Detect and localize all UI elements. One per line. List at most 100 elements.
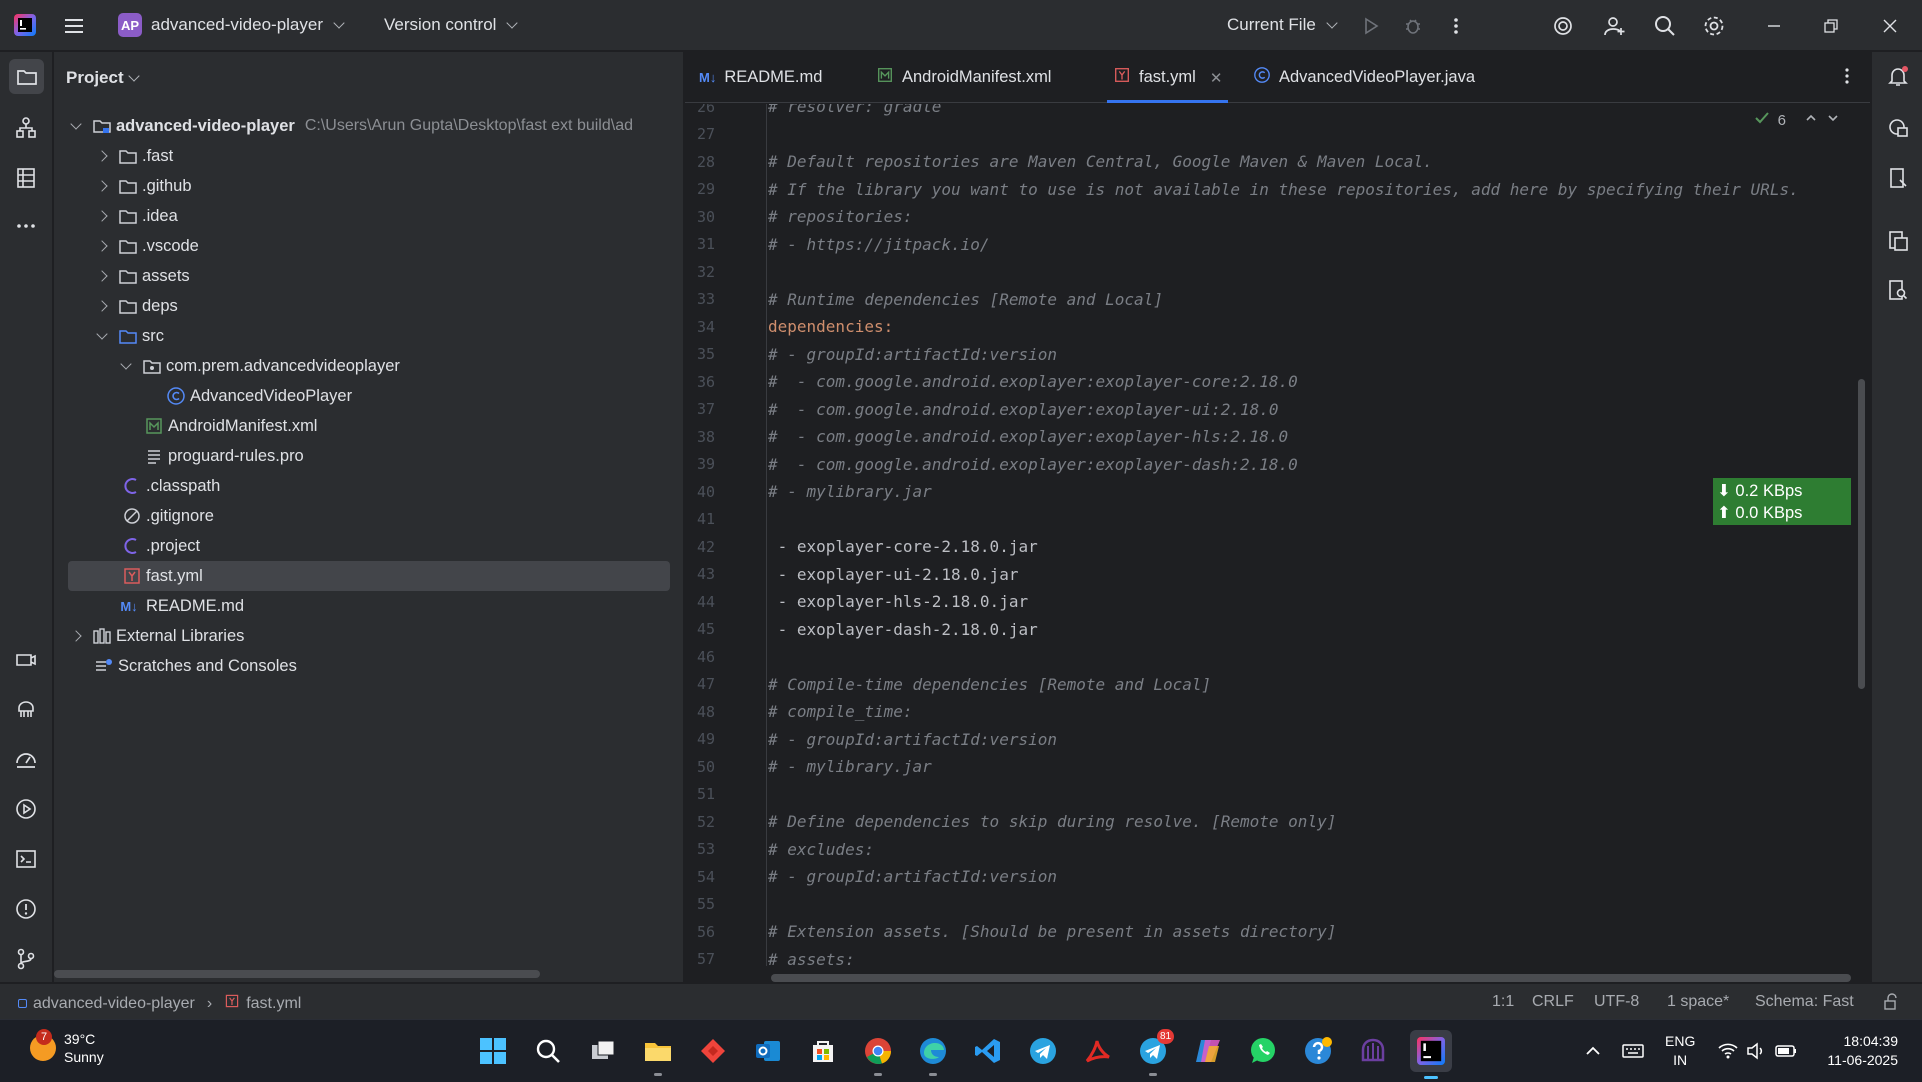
chevron-right-icon[interactable] [96, 300, 108, 312]
android-tool-icon[interactable] [12, 695, 40, 723]
code-line[interactable]: 36 # - com.google.android.exoplayer:exopl… [685, 368, 1870, 396]
breadcrumb-file[interactable]: fast.yml [246, 995, 301, 1013]
battery-icon[interactable] [1768, 1033, 1804, 1069]
telegram-desktop-icon[interactable]: 81 [1135, 1029, 1175, 1076]
chevron-right-icon[interactable] [96, 210, 108, 222]
chevron-right-icon[interactable] [96, 180, 108, 192]
tree-folder-deps[interactable]: deps [96, 291, 178, 321]
project-switcher[interactable]: advanced-video-player [151, 15, 345, 35]
code-line[interactable]: 47 # Compile-time dependencies [Remote an… [685, 671, 1870, 699]
code-line[interactable]: 32 [685, 258, 1870, 286]
chevron-right-icon[interactable] [96, 150, 108, 162]
vertical-scrollbar[interactable] [1858, 379, 1865, 689]
read-only-lock-icon[interactable] [1882, 993, 1900, 1011]
tree-folder-github[interactable]: .github [96, 171, 192, 201]
ai-chat-icon[interactable] [1884, 114, 1912, 142]
tree-manifest-file[interactable]: AndroidManifest.xml [144, 411, 317, 441]
code-line[interactable]: 39 # - com.google.android.exoplayer:exopl… [685, 451, 1870, 479]
code-line[interactable]: 41 [685, 506, 1870, 534]
tab-android-manifest[interactable]: AndroidManifest.xml [876, 52, 1051, 103]
code-line[interactable]: 49 # - groupId:artifactId:version [685, 726, 1870, 754]
settings-gear-icon[interactable] [1701, 13, 1727, 39]
copilot-icon[interactable] [1190, 1033, 1226, 1069]
language-indicator[interactable]: ENG IN [1665, 1032, 1695, 1070]
tree-folder-src[interactable]: src [96, 321, 164, 351]
clock[interactable]: 18:04:39 11-06-2025 [1818, 1032, 1898, 1070]
minimize-icon[interactable] [1761, 13, 1787, 39]
edge-icon[interactable] [915, 1033, 951, 1076]
main-menu-icon[interactable] [62, 14, 86, 38]
keyboard-icon[interactable] [1615, 1033, 1651, 1069]
tree-folder-assets[interactable]: assets [96, 261, 190, 291]
code-line[interactable]: 57 # assets: [685, 946, 1870, 966]
close-tab-icon[interactable]: ✕ [1210, 69, 1223, 87]
code-line[interactable]: 38 # - com.google.android.exoplayer:exopl… [685, 423, 1870, 451]
tree-scratches[interactable]: Scratches and Consoles [94, 651, 297, 681]
code-line[interactable]: 34 dependencies: [685, 313, 1870, 341]
code-line[interactable]: 53 # excludes: [685, 836, 1870, 864]
chrome-icon[interactable] [860, 1033, 896, 1076]
code-line[interactable]: 42 - exoplayer-core-2.18.0.jar [685, 533, 1870, 561]
breadcrumb-project[interactable]: advanced-video-player [33, 995, 195, 1013]
more-tools-icon[interactable] [12, 212, 40, 240]
add-user-icon[interactable] [1602, 13, 1628, 39]
code-line[interactable]: 50 # - mylibrary.jar [685, 753, 1870, 781]
windows-start-icon[interactable] [475, 1033, 511, 1069]
help-icon[interactable] [1300, 1033, 1336, 1069]
tree-class-file[interactable]: AdvancedVideoPlayer [166, 381, 352, 411]
chevron-right-icon[interactable] [96, 240, 108, 252]
code-line[interactable]: 37 # - com.google.android.exoplayer:exopl… [685, 396, 1870, 424]
ai-assistant-icon[interactable] [1550, 13, 1576, 39]
tree-root-advanced-video-player[interactable]: advanced-video-player C:\Users\Arun Gupt… [70, 111, 633, 141]
build-tool-icon[interactable] [12, 645, 40, 673]
chevron-right-icon[interactable] [70, 630, 82, 642]
problems-tool-icon[interactable] [12, 895, 40, 923]
tree-readme-file[interactable]: M↓ README.md [116, 591, 244, 621]
debug-icon[interactable] [1400, 13, 1426, 39]
anydesk-icon[interactable] [695, 1033, 731, 1069]
code-line[interactable]: 48 # compile_time: [685, 698, 1870, 726]
inspection-widget[interactable]: 6 [1754, 110, 1840, 130]
code-line[interactable]: 33 # Runtime dependencies [Remote and Loc… [685, 286, 1870, 314]
weather-widget[interactable]: 7 39°C Sunny [30, 1029, 104, 1066]
project-badge[interactable]: AP [118, 13, 142, 37]
caret-position[interactable]: 1:1 [1492, 993, 1514, 1011]
tree-folder-vscode[interactable]: .vscode [96, 231, 199, 261]
outlook-icon[interactable] [750, 1033, 786, 1069]
code-line[interactable]: 35 # - groupId:artifactId:version [685, 341, 1870, 369]
schema-selector[interactable]: Schema: Fast [1755, 993, 1854, 1011]
code-line[interactable]: 27 [685, 121, 1870, 149]
task-view-icon[interactable] [585, 1033, 621, 1069]
tab-options-icon[interactable] [1837, 66, 1857, 91]
restore-icon[interactable] [1818, 13, 1844, 39]
code-line[interactable]: 29 # If the library you want to use is no… [685, 176, 1870, 204]
project-view-selector[interactable]: Project [66, 68, 140, 88]
notifications-icon[interactable] [1884, 62, 1912, 90]
tab-advanced-video-player-java[interactable]: AdvancedVideoPlayer.java [1253, 52, 1475, 103]
code-line[interactable]: 51 [685, 781, 1870, 809]
tab-fast-yml[interactable]: fast.yml ✕ [1106, 52, 1229, 103]
chevron-up-icon[interactable] [1804, 111, 1818, 129]
tree-gitignore-file[interactable]: .gitignore [122, 501, 214, 531]
code-line[interactable]: 46 [685, 643, 1870, 671]
code-line[interactable]: 30 # repositories: [685, 203, 1870, 231]
running-devices-icon[interactable] [1884, 227, 1912, 255]
vcs-menu[interactable]: Version control [384, 15, 519, 35]
tree-folder-fast[interactable]: .fast [96, 141, 173, 171]
code-line[interactable]: 40 # - mylibrary.jar [685, 478, 1870, 506]
profiler-tool-icon[interactable] [12, 745, 40, 773]
acrobat-icon[interactable] [1080, 1033, 1116, 1069]
tree-package[interactable]: com.prem.advancedvideoplayer [120, 351, 400, 381]
taskbar-search-icon[interactable] [530, 1033, 566, 1069]
horizontal-scrollbar[interactable] [771, 974, 1851, 982]
line-separator[interactable]: CRLF [1532, 993, 1574, 1011]
device-explorer-icon[interactable] [1884, 276, 1912, 304]
code-line[interactable]: 26 # resolver: gradle [685, 104, 1870, 121]
code-line[interactable]: 56 # Extension assets. [Should be present… [685, 918, 1870, 946]
project-tool-icon[interactable] [9, 59, 44, 94]
horizontal-scrollbar[interactable] [54, 970, 540, 978]
search-icon[interactable] [1652, 13, 1678, 39]
code-line[interactable]: 31 # - https://jitpack.io/ [685, 231, 1870, 259]
file-encoding[interactable]: UTF-8 [1594, 993, 1639, 1011]
terminal-tool-icon[interactable] [12, 845, 40, 873]
